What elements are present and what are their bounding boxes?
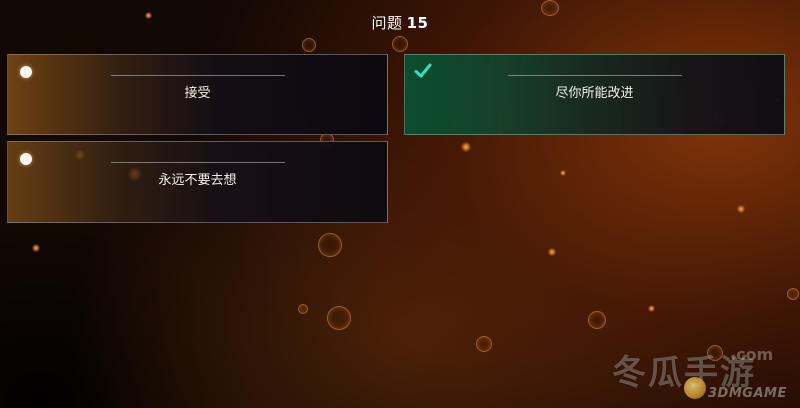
question-prefix: 问题 — [371, 14, 403, 32]
answer-option-improve[interactable]: 尽你所能改进 — [404, 54, 785, 135]
question-title: 问题 15 — [0, 12, 800, 33]
option-divider — [110, 162, 285, 163]
answer-option-never-think[interactable]: 永远不要去想 — [7, 141, 388, 223]
watermark-en-text: 3DMGAME — [708, 386, 787, 401]
answer-option-label: 永远不要去想 — [158, 173, 237, 188]
watermark-logo-icon — [684, 377, 706, 399]
answer-option-label: 尽你所能改进 — [555, 86, 634, 101]
checkmark-icon — [414, 63, 432, 78]
option-divider — [110, 75, 285, 76]
question-number: 15 — [406, 14, 429, 32]
option-divider — [507, 75, 682, 76]
watermark-domain-text: .com — [730, 345, 774, 364]
answer-option-label: 接受 — [184, 86, 211, 101]
radio-dot-icon — [20, 66, 32, 78]
radio-dot-icon — [20, 153, 32, 165]
answer-option-accept[interactable]: 接受 — [7, 54, 388, 135]
site-watermark: 冬瓜手游 .com 3DMGAME — [612, 345, 792, 405]
